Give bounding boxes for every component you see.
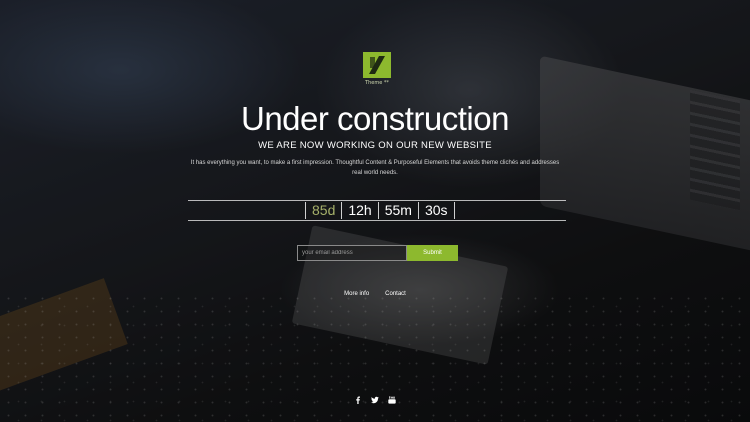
- social-links: [0, 396, 750, 404]
- subscribe-form: Submit: [297, 245, 458, 261]
- page-title: Under construction: [241, 100, 509, 137]
- countdown-seconds: 30s: [417, 202, 455, 219]
- countdown-days: 85d: [305, 202, 341, 219]
- countdown-timer: 85d 12h 55m 30s: [305, 202, 455, 219]
- email-input[interactable]: [297, 245, 407, 261]
- youtube-icon[interactable]: [388, 396, 396, 404]
- more-info-link[interactable]: More info: [344, 291, 369, 297]
- countdown-top-divider: [188, 200, 566, 201]
- logo-mark-icon: [363, 52, 391, 78]
- page-subtitle: WE ARE NOW WORKING ON OUR NEW WEBSITE: [258, 140, 492, 151]
- page-content: Theme ** Under construction WE ARE NOW W…: [0, 0, 750, 422]
- logo-text: Theme **: [365, 80, 389, 86]
- logo[interactable]: Theme **: [361, 52, 393, 86]
- page-description: It has everything you want, to make a fi…: [190, 160, 560, 176]
- facebook-icon[interactable]: [354, 396, 362, 404]
- submit-button[interactable]: Submit: [407, 245, 458, 261]
- countdown-bottom-divider: [188, 220, 566, 221]
- countdown-hours: 12h: [341, 202, 377, 219]
- footer-links: More info Contact: [0, 291, 750, 297]
- countdown-minutes: 55m: [377, 202, 418, 219]
- contact-link[interactable]: Contact: [385, 291, 406, 297]
- twitter-icon[interactable]: [371, 396, 379, 404]
